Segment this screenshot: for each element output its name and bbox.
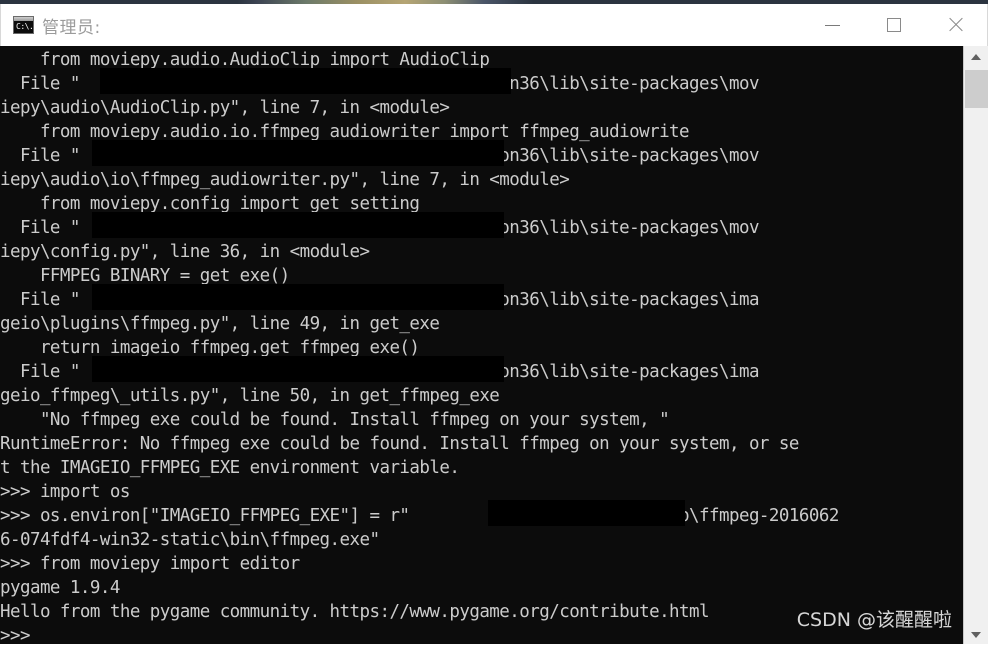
scrollbar-thumb[interactable] (965, 70, 988, 108)
minimize-button[interactable] (801, 4, 863, 46)
redaction-block (92, 212, 504, 238)
console-scrollbar[interactable] (963, 46, 988, 646)
cmd-console-icon: C:\. (13, 16, 34, 34)
console-line: >>> from moviepy import editor (0, 554, 300, 574)
console-line: "No ffmpeg exe could be found. Install f… (0, 410, 670, 430)
console-line: Hello from the pygame community. https:/… (0, 602, 710, 622)
console-line: pygame 1.9.4 (0, 578, 120, 598)
redaction-block (92, 140, 504, 166)
scrollbar-down-button[interactable] (964, 624, 988, 646)
window-titlebar[interactable]: C:\. 管理员: (0, 4, 988, 46)
console-line: geio\plugins\ffmpeg.py", line 49, in get… (0, 314, 440, 334)
maximize-button[interactable] (863, 4, 925, 46)
window-title: 管理员: (42, 17, 101, 38)
chevron-up-icon (971, 54, 981, 60)
console-output-area[interactable]: from moviepy.audio.AudioClip import Audi… (0, 46, 988, 646)
titlebar-drag-area[interactable] (101, 4, 801, 46)
scrollbar-up-button[interactable] (964, 46, 988, 68)
redaction-block (488, 500, 685, 526)
console-line: RuntimeError: No ffmpeg exe could be fou… (0, 434, 799, 454)
close-icon (947, 16, 965, 34)
console-line: >>> (0, 626, 31, 646)
chevron-down-icon (971, 632, 981, 638)
console-line: iepy\audio\AudioClip.py", line 7, in <mo… (0, 98, 450, 118)
minimize-icon (824, 24, 840, 26)
window-controls (801, 4, 987, 46)
redaction-block (92, 284, 504, 310)
console-line: t the IMAGEIO_FFMPEG_EXE environment var… (0, 458, 460, 478)
console-line: 6-074fdf4-win32-static\bin\ffmpeg.exe" (0, 530, 380, 550)
redaction-block (100, 68, 511, 94)
maximize-icon (887, 18, 901, 32)
cmd-icon-prompt-glyph: C:\. (16, 22, 34, 31)
console-window: C:\. 管理员: from moviepy.audio.AudioClip i… (0, 0, 988, 646)
console-line: iepy\config.py", line 36, in <module> (0, 242, 370, 262)
console-line: >>> os.environ["IMAGEIO_FFMPEG_EXE"] = r… (0, 506, 839, 526)
redaction-block (92, 356, 504, 382)
cmd-icon-titlestrip (14, 17, 33, 21)
console-line: >>> import os (0, 482, 130, 502)
close-button[interactable] (925, 4, 987, 46)
console-line: iepy\audio\io\ffmpeg_audiowriter.py", li… (0, 170, 570, 190)
titlebar-left: C:\. 管理员: (1, 4, 101, 46)
console-text-buffer: from moviepy.audio.AudioClip import Audi… (0, 46, 963, 646)
console-line: geio_ffmpeg\_utils.py", line 50, in get_… (0, 386, 500, 406)
